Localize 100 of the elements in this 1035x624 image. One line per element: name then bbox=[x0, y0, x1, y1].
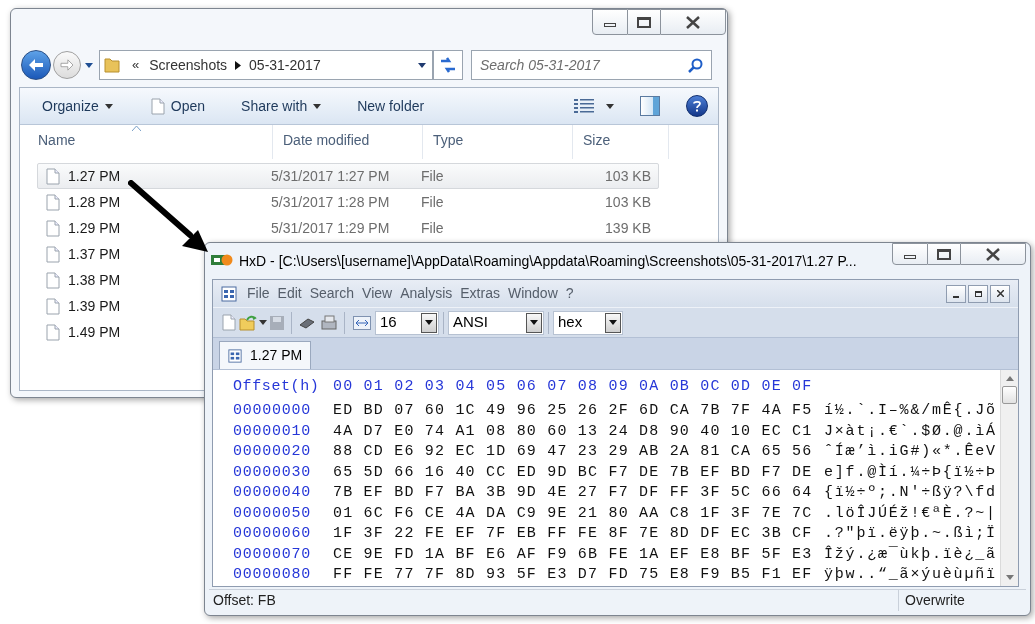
history-caret-icon bbox=[85, 62, 93, 68]
ascii-text: Îžý.¿æ¯ùkþ.ïè¿_ã bbox=[824, 544, 997, 565]
caret-icon bbox=[313, 103, 322, 109]
forward-arrow-icon bbox=[60, 59, 74, 71]
toolbar-button[interactable]: New folder bbox=[357, 92, 425, 120]
toolbar-button[interactable]: Open bbox=[150, 92, 206, 120]
column-label: Size bbox=[583, 131, 611, 150]
column-header: 00 01 02 03 04 05 06 07 08 09 0A 0B 0C 0D 0E 0F bbox=[333, 377, 813, 398]
offset-cell-text: 00000000 bbox=[233, 401, 312, 422]
file-size: 103 KB bbox=[604, 166, 652, 186]
app-logo-icon bbox=[211, 253, 233, 267]
file-size: 139 KB bbox=[604, 218, 652, 238]
file-row[interactable]: 1.38 PM bbox=[37, 267, 187, 293]
preview-pane-button[interactable] bbox=[640, 96, 660, 116]
file-row[interactable]: 1.28 PM 5/31/2017 1:28 PM File 103 KB bbox=[37, 189, 659, 215]
toolbar-button[interactable]: Organize bbox=[42, 92, 113, 120]
chip-icon bbox=[298, 316, 316, 329]
menu-item[interactable]: Edit bbox=[273, 283, 306, 305]
dropdown-caret-icon bbox=[609, 320, 617, 326]
file-icon bbox=[46, 323, 60, 341]
dropdown[interactable]: hex bbox=[553, 310, 623, 335]
menu-item[interactable]: Window bbox=[503, 283, 562, 305]
document-icon bbox=[221, 285, 237, 302]
status-mode: Overwrite bbox=[904, 591, 965, 611]
vertical-scrollbar[interactable] bbox=[1000, 370, 1018, 586]
file-row[interactable]: 1.27 PM 5/31/2017 1:27 PM File 103 KB bbox=[37, 163, 659, 189]
toolbar-button[interactable]: Share with bbox=[241, 92, 322, 120]
menu-item[interactable]: Search bbox=[305, 283, 359, 305]
close-button[interactable] bbox=[660, 9, 726, 35]
file-tab[interactable]: 1.27 PM bbox=[219, 341, 312, 370]
column-header[interactable]: Date modified bbox=[273, 125, 423, 159]
search-box[interactable]: Search 05-31-2017 bbox=[471, 50, 712, 80]
hex-bytes: 65 5D 66 16 40 CC ED 9D BC F7 DE 7B EF BD F7 DE bbox=[333, 462, 814, 483]
view-options-button[interactable] bbox=[574, 99, 614, 113]
maximize-button[interactable] bbox=[928, 243, 960, 265]
file-row[interactable]: 1.39 PM bbox=[37, 293, 187, 319]
dropdown-caret-icon bbox=[530, 320, 538, 326]
search-field[interactable]: Search 05-31-2017 bbox=[480, 54, 688, 76]
hex-bytes: FF FE 77 7F 8D 93 5F E3 D7 FD 75 E8 F9 B5 F1 EF bbox=[333, 565, 814, 586]
mdi-restore-button[interactable] bbox=[968, 284, 988, 303]
breadcrumb-item[interactable]: 05-31-2017 bbox=[249, 54, 321, 76]
hex-bytes: 4A D7 E0 74 A1 08 80 60 13 24 D8 90 40 10 EC C1 bbox=[333, 421, 814, 442]
minimize-button[interactable] bbox=[592, 9, 628, 35]
offset-cell-text: 00000060 bbox=[233, 524, 312, 545]
offset-cell-text: 00000050 bbox=[233, 503, 312, 524]
menu-item[interactable]: View bbox=[358, 283, 397, 305]
menu-item[interactable]: ? bbox=[561, 283, 578, 305]
column-header[interactable]: Name bbox=[28, 125, 273, 159]
file-row[interactable]: 1.37 PM bbox=[37, 241, 187, 267]
ascii-text: J×àt¡.€`.$Ø.@.ìÁ bbox=[824, 421, 997, 442]
file-name: 1.29 PM bbox=[68, 218, 121, 238]
minimize-button[interactable] bbox=[892, 243, 928, 265]
file-name: 1.27 PM bbox=[68, 166, 121, 186]
file-name: 1.28 PM bbox=[68, 192, 121, 212]
file-type: File bbox=[421, 218, 445, 238]
file-row[interactable]: 1.49 PM bbox=[37, 319, 187, 345]
mdi-minimize-button[interactable] bbox=[946, 284, 966, 303]
help-button[interactable] bbox=[686, 95, 708, 117]
back-arrow-icon bbox=[28, 58, 44, 72]
dropdown-caret-icon bbox=[425, 320, 433, 326]
column-header[interactable]: Type bbox=[423, 125, 573, 159]
refresh-button[interactable] bbox=[433, 50, 463, 80]
offset-cell-text: 00000010 bbox=[233, 421, 312, 442]
dropdown[interactable]: ANSI bbox=[448, 310, 544, 335]
address-bar[interactable]: « Screenshots 05-31-2017 bbox=[99, 50, 433, 80]
date-modified: 5/31/2017 1:27 PM bbox=[271, 166, 391, 186]
menu-item[interactable]: File bbox=[243, 283, 274, 305]
offset-cell-text: 00000070 bbox=[233, 544, 312, 565]
caret-icon bbox=[606, 103, 614, 109]
column-header[interactable]: Size bbox=[573, 125, 669, 159]
menu-item[interactable]: Extras bbox=[456, 283, 504, 305]
menu-item[interactable]: Analysis bbox=[396, 283, 457, 305]
ascii-text: .löÎJÚÉž!€ªÈ.?~| bbox=[824, 503, 997, 524]
file-type: File bbox=[421, 166, 445, 186]
hex-bytes: 88 CD E6 92 EC 1D 69 47 23 29 AB 2A 81 CA 65 56 bbox=[333, 442, 814, 463]
mdi-close-button[interactable] bbox=[990, 284, 1010, 303]
caret-icon bbox=[104, 103, 113, 109]
file-size: 103 KB bbox=[604, 192, 652, 212]
scroll-up-icon[interactable] bbox=[1005, 375, 1014, 381]
file-icon bbox=[46, 271, 60, 289]
offset-cell-text: 00000040 bbox=[233, 483, 312, 504]
maximize-button[interactable] bbox=[628, 9, 660, 35]
close-icon bbox=[996, 290, 1004, 298]
close-button[interactable] bbox=[960, 243, 1026, 265]
dropdown[interactable]: 16 bbox=[375, 310, 439, 335]
ascii-text: .?"þï.ëÿþ.~.ßì;Ï bbox=[824, 524, 997, 545]
column-label: Name bbox=[38, 131, 76, 150]
file-type: File bbox=[421, 192, 445, 212]
back-button[interactable] bbox=[21, 50, 51, 80]
caret-icon bbox=[259, 320, 267, 326]
scrollbar-thumb[interactable] bbox=[1002, 386, 1017, 405]
file-row[interactable]: 1.29 PM 5/31/2017 1:29 PM File 139 KB bbox=[37, 215, 659, 241]
breadcrumb-item[interactable]: Screenshots bbox=[149, 54, 228, 76]
column-label: Type bbox=[433, 131, 464, 150]
overflow-chevron[interactable]: « bbox=[132, 55, 140, 75]
scroll-down-icon[interactable] bbox=[1005, 575, 1014, 581]
drive-icon bbox=[320, 314, 338, 331]
file-name: 1.49 PM bbox=[68, 322, 121, 342]
date-modified: 5/31/2017 1:28 PM bbox=[271, 192, 391, 212]
hex-bytes: 01 6C F6 CE 4A DA C9 9E 21 80 AA C8 1F 3F 7E 7C bbox=[333, 503, 814, 524]
